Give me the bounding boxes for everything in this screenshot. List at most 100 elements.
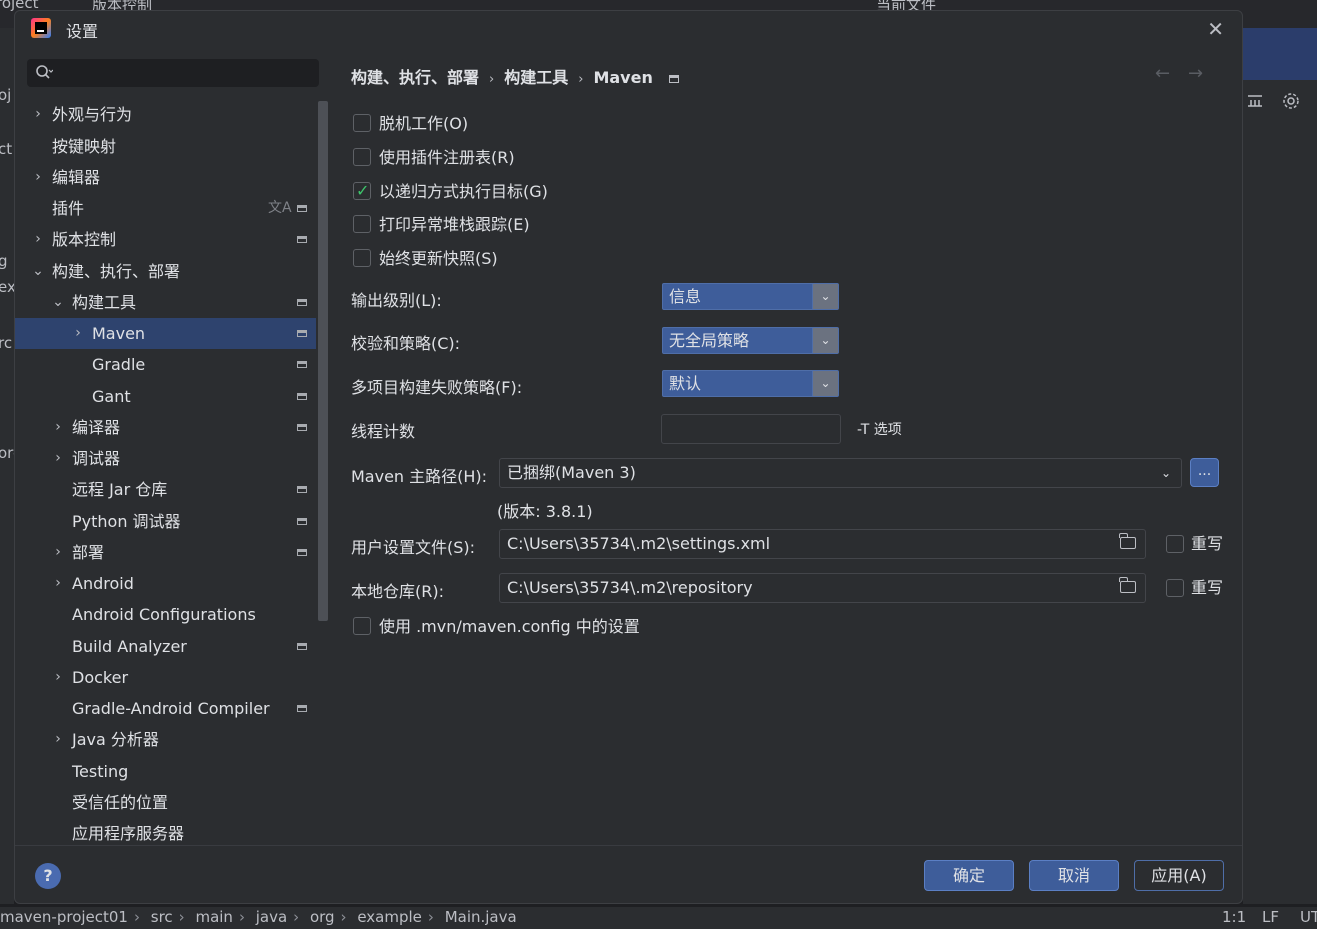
crumb-file[interactable]: Main.java bbox=[445, 908, 517, 926]
maven-home-select[interactable]: 已捆绑(Maven 3) ⌄ bbox=[499, 458, 1182, 488]
checkbox[interactable] bbox=[353, 114, 371, 132]
tree-item-android[interactable]: › Android bbox=[15, 568, 316, 599]
tree-item-appearance[interactable]: › 外观与行为 bbox=[15, 99, 316, 130]
chevron-right-icon[interactable]: › bbox=[51, 537, 65, 568]
tree-item-maven[interactable]: › Maven bbox=[15, 318, 316, 349]
tree-item-testing[interactable]: Testing bbox=[15, 756, 316, 787]
ide-right-panel bbox=[1243, 80, 1317, 904]
help-icon[interactable]: ? bbox=[35, 863, 61, 889]
project-scope-icon bbox=[297, 330, 307, 337]
breadcrumb-sep: › bbox=[489, 72, 495, 87]
tree-item-vcs[interactable]: › 版本控制 bbox=[15, 224, 316, 255]
checkbox[interactable] bbox=[353, 617, 371, 635]
chevron-right-icon[interactable]: › bbox=[31, 162, 45, 193]
thread-count-label: 线程计数 bbox=[351, 422, 416, 441]
thread-count-input[interactable] bbox=[661, 414, 841, 444]
settings-icon[interactable] bbox=[1282, 92, 1300, 110]
tree-item-python-debugger[interactable]: Python 调试器 bbox=[15, 506, 316, 537]
chevron-down-icon[interactable]: ⌄ bbox=[31, 256, 45, 287]
tree-item-plugins[interactable]: 插件 文A bbox=[15, 193, 316, 224]
checksum-policy-select[interactable]: 无全局策略 ⌄ bbox=[662, 327, 839, 354]
tree-scrollbar[interactable] bbox=[318, 101, 328, 621]
tree-item-gradle-android-compiler[interactable]: Gradle-Android Compiler bbox=[15, 693, 316, 724]
checkbox[interactable] bbox=[353, 148, 371, 166]
project-scope-icon bbox=[297, 236, 307, 243]
chevron-right-icon[interactable]: › bbox=[31, 99, 45, 130]
apply-button[interactable]: 应用(A) bbox=[1134, 860, 1224, 891]
multiproject-fail-label: 多项目构建失败策略(F): bbox=[351, 378, 523, 397]
tree-item-compiler[interactable]: › 编译器 bbox=[15, 412, 316, 443]
back-arrow-icon[interactable]: ← bbox=[1155, 63, 1170, 84]
chevron-right-icon[interactable]: › bbox=[51, 412, 65, 443]
checkbox[interactable] bbox=[1166, 535, 1184, 553]
crumb-src[interactable]: src bbox=[151, 908, 173, 926]
crumb-project[interactable]: maven-project01 bbox=[0, 908, 128, 926]
chevron-down-icon[interactable]: ⌄ bbox=[51, 287, 65, 318]
align-icon[interactable] bbox=[1247, 94, 1263, 108]
breadcrumb-build-exec-deploy[interactable]: 构建、执行、部署 bbox=[351, 68, 479, 87]
ide-tab-strip bbox=[1243, 28, 1317, 80]
checkbox-checked[interactable] bbox=[353, 179, 371, 203]
forward-arrow-icon[interactable]: → bbox=[1188, 63, 1203, 84]
checkbox[interactable] bbox=[353, 249, 371, 267]
chevron-right-icon[interactable]: › bbox=[51, 568, 65, 599]
close-icon[interactable]: ✕ bbox=[1207, 17, 1224, 41]
tree-item-java-profiler[interactable]: › Java 分析器 bbox=[15, 724, 316, 755]
checkbox[interactable] bbox=[353, 215, 371, 233]
chevron-right-icon[interactable]: › bbox=[71, 318, 85, 349]
cancel-button[interactable]: 取消 bbox=[1029, 860, 1119, 891]
tree-item-label: Docker bbox=[72, 668, 129, 687]
output-level-select[interactable]: 信息 ⌄ bbox=[662, 283, 839, 310]
folder-icon[interactable] bbox=[1119, 577, 1136, 593]
crumb-example[interactable]: example bbox=[357, 908, 422, 926]
tree-item-label: 按键映射 bbox=[52, 137, 117, 156]
chevron-right-icon[interactable]: › bbox=[51, 724, 65, 755]
tree-item-trusted-locations[interactable]: 受信任的位置 bbox=[15, 787, 316, 818]
project-scope-icon bbox=[297, 424, 307, 431]
tree-item-deployment[interactable]: › 部署 bbox=[15, 537, 316, 568]
chevron-down-icon: ⌄ bbox=[812, 328, 838, 353]
left-fragment: orc bbox=[0, 444, 14, 462]
tree-item-docker[interactable]: › Docker bbox=[15, 662, 316, 693]
maven-version-text: (版本: 3.8.1) bbox=[497, 502, 593, 521]
tree-item-build-analyzer[interactable]: Build Analyzer bbox=[15, 631, 316, 662]
tree-item-label: Android Configurations bbox=[72, 605, 256, 624]
ok-button[interactable]: 确定 bbox=[924, 860, 1014, 891]
encoding[interactable]: UT bbox=[1300, 908, 1317, 926]
tree-item-android-configurations[interactable]: Android Configurations bbox=[15, 599, 316, 630]
chevron-right-icon[interactable]: › bbox=[51, 443, 65, 474]
tree-item-gradle[interactable]: Gradle bbox=[15, 349, 316, 380]
breadcrumb-build-tools[interactable]: 构建工具 bbox=[504, 68, 568, 87]
ide-left-panel: oj ct g ex rc orc bbox=[0, 28, 14, 904]
select-value: 默认 bbox=[669, 374, 702, 393]
checkbox[interactable] bbox=[1166, 579, 1184, 597]
tree-item-editor[interactable]: › 编辑器 bbox=[15, 162, 316, 193]
tree-item-build-exec-deploy[interactable]: ⌄ 构建、执行、部署 bbox=[15, 256, 316, 287]
local-repo-input[interactable]: C:\Users\35734\.m2\repository bbox=[499, 573, 1146, 603]
crumb-org[interactable]: org bbox=[310, 908, 335, 926]
settings-search-input[interactable] bbox=[27, 59, 319, 87]
left-fragment: ex bbox=[0, 278, 14, 296]
select-value: 信息 bbox=[669, 287, 702, 306]
tree-item-keymap[interactable]: 按键映射 bbox=[15, 131, 316, 162]
browse-maven-home-button[interactable]: ... bbox=[1190, 458, 1219, 487]
folder-icon[interactable] bbox=[1119, 533, 1136, 549]
project-scope-icon bbox=[297, 705, 307, 712]
tree-item-gant[interactable]: Gant bbox=[15, 381, 316, 412]
tree-item-debugger[interactable]: › 调试器 bbox=[15, 443, 316, 474]
crumb-java[interactable]: java bbox=[256, 908, 287, 926]
tree-item-label: Android bbox=[72, 574, 134, 593]
checkbox-label: 重写 bbox=[1191, 578, 1224, 597]
cursor-position[interactable]: 1:1 bbox=[1222, 908, 1246, 926]
tree-item-remote-jar[interactable]: 远程 Jar 仓库 bbox=[15, 474, 316, 505]
crumb-main[interactable]: main bbox=[195, 908, 232, 926]
project-scope-icon bbox=[668, 74, 679, 83]
user-settings-input[interactable]: C:\Users\35734\.m2\settings.xml bbox=[499, 529, 1146, 559]
multiproject-fail-select[interactable]: 默认 ⌄ bbox=[662, 370, 839, 397]
breadcrumb-sep: › bbox=[578, 72, 584, 87]
line-separator[interactable]: LF bbox=[1262, 908, 1279, 926]
chevron-right-icon[interactable]: › bbox=[51, 662, 65, 693]
output-level-label: 输出级别(L): bbox=[351, 291, 442, 310]
chevron-right-icon[interactable]: › bbox=[31, 224, 45, 255]
tree-item-build-tools[interactable]: ⌄ 构建工具 bbox=[15, 287, 316, 318]
